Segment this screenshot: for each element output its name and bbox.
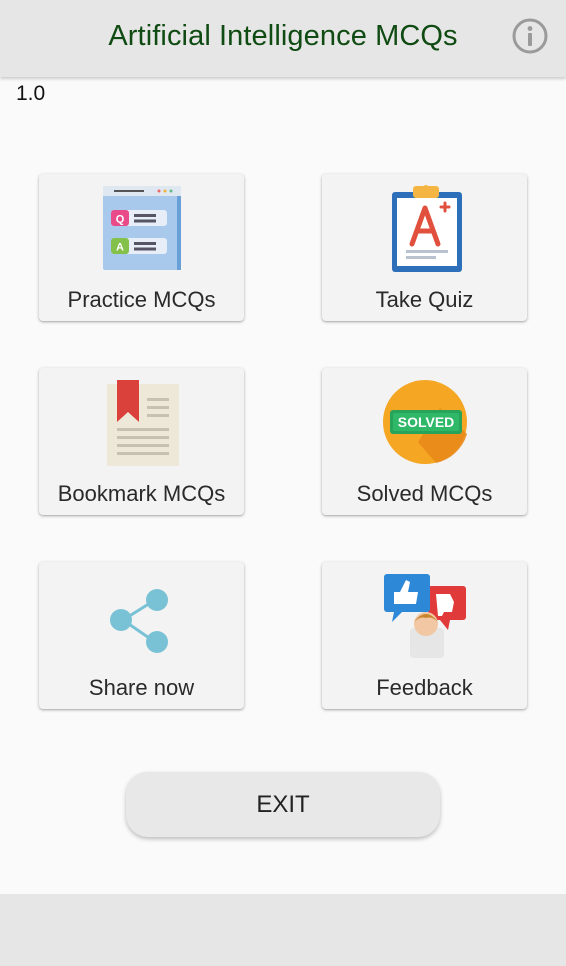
app-title: Artificial Intelligence MCQs: [108, 20, 458, 52]
solved-badge-text: SOLVED: [397, 414, 454, 430]
solved-mcqs-label: Solved MCQs: [356, 481, 493, 506]
solved-mcqs-button[interactable]: SOLVED Solved MCQs: [322, 368, 527, 515]
bottom-bar: [0, 894, 566, 966]
take-quiz-button[interactable]: Take Quiz: [322, 174, 527, 321]
exit-button[interactable]: EXIT: [126, 772, 440, 837]
share-now-label: Share now: [88, 675, 195, 700]
practice-mcqs-button[interactable]: Q A Practice MCQs: [39, 174, 244, 321]
take-quiz-label: Take Quiz: [375, 287, 474, 312]
feedback-label: Feedback: [376, 675, 473, 700]
share-icon: [109, 589, 168, 653]
svg-text:A: A: [116, 242, 124, 254]
svg-text:Q: Q: [115, 214, 124, 226]
clipboard-grade-icon: [391, 185, 462, 272]
app-bar: Artificial Intelligence MCQs: [0, 0, 566, 77]
share-now-button[interactable]: Share now: [39, 562, 244, 709]
bookmark-mcqs-label: Bookmark MCQs: [57, 481, 226, 506]
info-icon[interactable]: [512, 18, 548, 54]
version-label: 1.0: [16, 82, 46, 105]
practice-mcqs-label: Practice MCQs: [67, 287, 216, 312]
feedback-thumbs-icon: [383, 574, 466, 658]
bookmark-page-icon: [106, 380, 179, 466]
feedback-button[interactable]: Feedback: [322, 562, 527, 709]
bookmark-mcqs-button[interactable]: Bookmark MCQs: [39, 368, 244, 515]
solved-badge-icon: SOLVED: [382, 380, 467, 464]
qa-cards-icon: Q A: [102, 186, 181, 270]
